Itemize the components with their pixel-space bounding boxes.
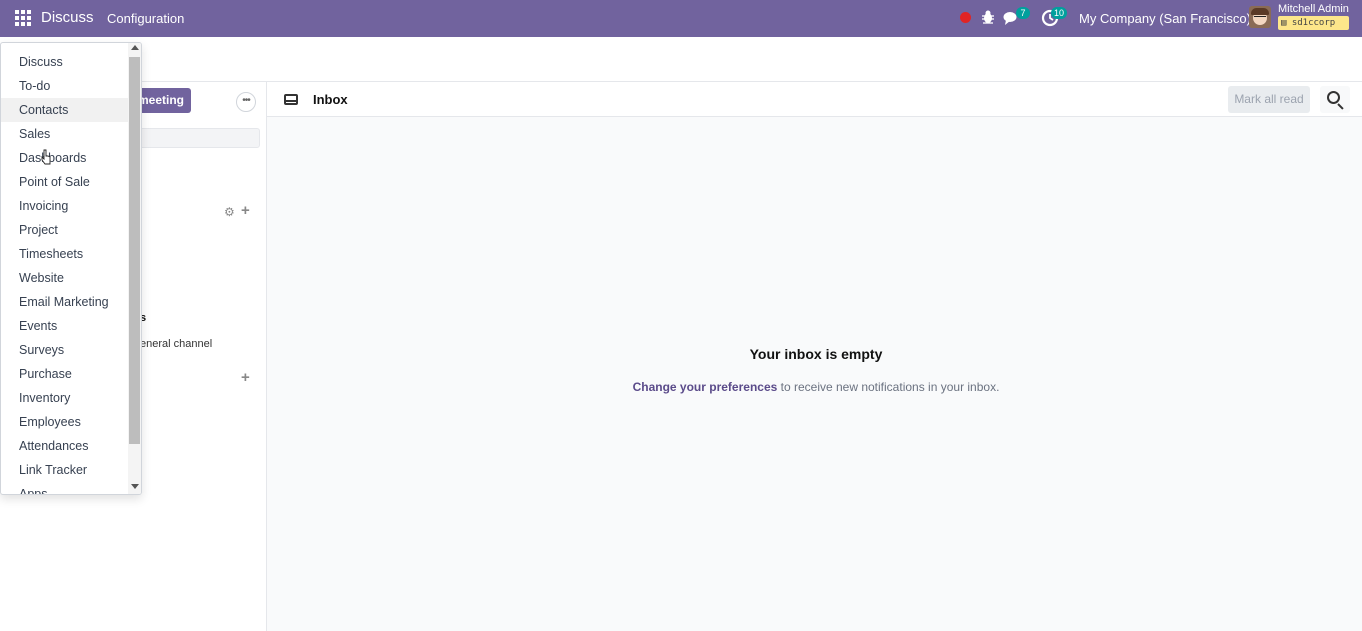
database-name: sd1ccorp bbox=[1291, 18, 1336, 28]
mark-all-read-button[interactable]: Mark all read bbox=[1228, 86, 1310, 113]
company-switcher[interactable]: My Company (San Francisco) bbox=[1079, 11, 1251, 26]
change-preferences-link[interactable]: Change your preferences bbox=[633, 380, 778, 394]
inbox-icon bbox=[284, 94, 298, 105]
app-item-apps[interactable]: Apps bbox=[1, 482, 128, 494]
app-menu-icon[interactable] bbox=[15, 10, 31, 26]
app-item-dashboards[interactable]: Dashboards bbox=[1, 146, 128, 170]
database-icon: ▤ bbox=[1281, 18, 1287, 28]
bug-icon[interactable] bbox=[980, 9, 996, 25]
hand-cursor-icon bbox=[41, 149, 51, 165]
app-item-website[interactable]: Website bbox=[1, 266, 128, 290]
chat-count-badge: 7 bbox=[1016, 7, 1030, 19]
app-item-point-of-sale[interactable]: Point of Sale bbox=[1, 170, 128, 194]
app-item-employees[interactable]: Employees bbox=[1, 410, 128, 434]
app-item-sales[interactable]: Sales bbox=[1, 122, 128, 146]
app-item-events[interactable]: Events bbox=[1, 314, 128, 338]
app-item-todo[interactable]: To-do bbox=[1, 74, 128, 98]
add-channel-plus-icon[interactable]: + bbox=[241, 202, 250, 219]
app-item-email-marketing[interactable]: Email Marketing bbox=[1, 290, 128, 314]
app-item-project[interactable]: Project bbox=[1, 218, 128, 242]
more-options-button[interactable]: ••• bbox=[236, 92, 256, 112]
app-item-invoicing[interactable]: Invoicing bbox=[1, 194, 128, 218]
empty-inbox-subtext: to receive new notifications in your inb… bbox=[777, 380, 1000, 394]
app-item-contacts[interactable]: Contacts bbox=[1, 98, 128, 122]
gear-icon[interactable]: ⚙ bbox=[224, 205, 235, 219]
activity-count-badge: 10 bbox=[1051, 7, 1068, 19]
recording-icon[interactable] bbox=[960, 12, 971, 23]
thread-body: Your inbox is empty Change your preferen… bbox=[267, 117, 1362, 631]
database-badge: ▤ sd1ccorp bbox=[1278, 16, 1349, 30]
thread-header: Inbox Mark all read bbox=[267, 82, 1362, 117]
app-item-purchase[interactable]: Purchase bbox=[1, 362, 128, 386]
empty-inbox-text: Change your preferences to receive new n… bbox=[267, 380, 1362, 394]
empty-inbox-title: Your inbox is empty bbox=[749, 346, 883, 362]
app-item-surveys[interactable]: Surveys bbox=[1, 338, 128, 362]
app-dropdown-menu: Discuss To-do Contacts Sales Dashboards … bbox=[0, 42, 142, 495]
top-navbar: Discuss Configuration 7 10 My Company (S… bbox=[0, 0, 1362, 37]
add-chat-plus-icon[interactable]: + bbox=[241, 369, 250, 386]
app-item-discuss[interactable]: Discuss bbox=[1, 50, 128, 74]
thread-title: Inbox bbox=[313, 92, 348, 107]
user-name[interactable]: Mitchell Admin bbox=[1278, 3, 1349, 15]
app-brand[interactable]: Discuss bbox=[41, 9, 94, 26]
search-button[interactable] bbox=[1320, 86, 1350, 113]
app-list: Discuss To-do Contacts Sales Dashboards … bbox=[1, 50, 128, 494]
sidebar-channel-item[interactable]: eneral channel bbox=[140, 338, 212, 350]
app-item-link-tracker[interactable]: Link Tracker bbox=[1, 458, 128, 482]
app-item-attendances[interactable]: Attendances bbox=[1, 434, 128, 458]
scrollbar-thumb[interactable] bbox=[129, 57, 140, 444]
dropdown-scrollbar[interactable] bbox=[128, 43, 141, 494]
scroll-up-arrow-icon[interactable] bbox=[131, 45, 139, 50]
menu-configuration[interactable]: Configuration bbox=[107, 11, 184, 26]
app-item-timesheets[interactable]: Timesheets bbox=[1, 242, 128, 266]
scroll-down-arrow-icon[interactable] bbox=[131, 484, 139, 489]
control-panel bbox=[0, 37, 1362, 82]
app-item-inventory[interactable]: Inventory bbox=[1, 386, 128, 410]
user-avatar[interactable] bbox=[1249, 6, 1271, 28]
